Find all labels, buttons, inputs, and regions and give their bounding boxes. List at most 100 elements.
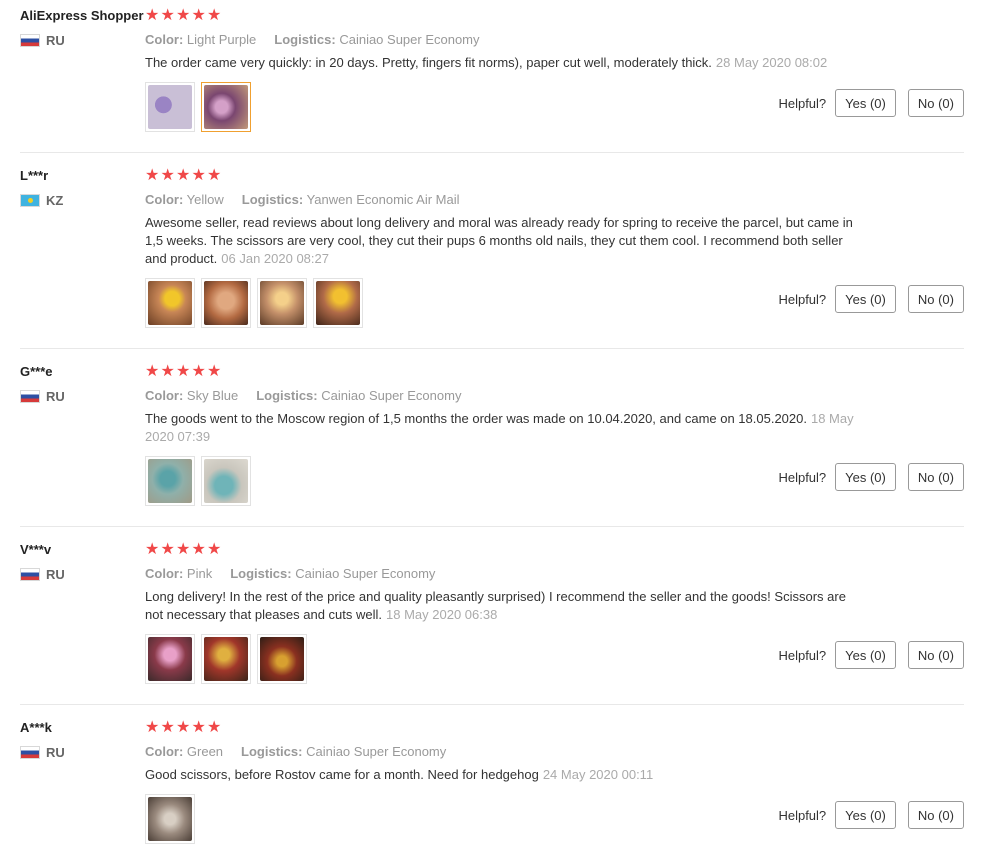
star-rating: ★ ★ ★ ★ ★ <box>145 168 964 184</box>
star-icon: ★ <box>160 7 175 24</box>
helpful-vote: Helpful? Yes (0) No (0) <box>778 89 964 117</box>
ru-flag-icon <box>20 746 40 759</box>
color-label: Color: <box>145 388 184 403</box>
reviewer-info: V***v RU <box>20 527 145 704</box>
star-icon: ★ <box>145 541 160 558</box>
star-icon: ★ <box>207 363 222 380</box>
country-code: KZ <box>46 193 64 208</box>
star-icon: ★ <box>191 7 206 24</box>
star-icon: ★ <box>207 7 222 24</box>
photo-thumbnail[interactable] <box>257 634 307 684</box>
reviewer-country: RU <box>20 567 145 582</box>
review-text: The goods went to the Moscow region of 1… <box>145 410 860 446</box>
photo-image <box>148 637 192 681</box>
review-body: Good scissors, before Rostov came for a … <box>145 767 539 782</box>
review-content: ★ ★ ★ ★ ★ Color: Light Purple Logistics: Cain… <box>145 0 964 152</box>
photo-thumbnail[interactable] <box>313 278 363 328</box>
review-item: A***k RU ★ ★ ★ ★ ★ Color: Green Logistics: Ca… <box>20 705 964 864</box>
star-icon: ★ <box>191 719 206 736</box>
order-info: Color: Pink Logistics: Cainiao Super Econ… <box>145 565 964 582</box>
star-icon: ★ <box>207 167 222 184</box>
photo-thumbnail[interactable] <box>257 278 307 328</box>
review-date: 28 May 2020 08:02 <box>715 55 828 70</box>
order-info: Color: Green Logistics: Cainiao Super Eco… <box>145 743 964 760</box>
color-value: Pink <box>186 566 213 581</box>
reviewer-country: RU <box>20 745 145 760</box>
review-date: 24 May 2020 00:11 <box>542 767 654 782</box>
review-text: Awesome seller, read reviews about long … <box>145 214 860 268</box>
photo-image <box>204 85 248 129</box>
country-code: RU <box>46 567 65 582</box>
reviewer-country: RU <box>20 389 145 404</box>
photo-thumbnail[interactable] <box>201 82 251 132</box>
star-icon: ★ <box>160 541 175 558</box>
logistics-label: Logistics: <box>230 566 292 581</box>
ru-flag-icon <box>20 568 40 581</box>
helpful-yes-button[interactable]: Yes (0) <box>835 801 896 829</box>
kz-flag-icon <box>20 194 40 207</box>
star-rating: ★ ★ ★ ★ ★ <box>145 720 964 736</box>
review-item: V***v RU ★ ★ ★ ★ ★ Color: Pink Logistics: Cai… <box>20 527 964 705</box>
photo-thumbnail[interactable] <box>145 634 195 684</box>
review-content: ★ ★ ★ ★ ★ Color: Pink Logistics: Cainiao Supe… <box>145 527 964 704</box>
review-date: 06 Jan 2020 08:27 <box>221 251 329 266</box>
review-body: The order came very quickly: in 20 days.… <box>145 55 712 70</box>
star-icon: ★ <box>145 719 160 736</box>
review-item: L***r KZ ★ ★ ★ ★ ★ Color: Yellow Logistics: Y… <box>20 153 964 349</box>
reviewer-info: G***e RU <box>20 349 145 526</box>
helpful-no-button[interactable]: No (0) <box>907 89 964 117</box>
order-info: Color: Yellow Logistics: Yanwen Economic … <box>145 191 964 208</box>
reviewer-info: A***k RU <box>20 705 145 864</box>
helpful-yes-button[interactable]: Yes (0) <box>835 89 896 117</box>
star-icon: ★ <box>160 167 175 184</box>
helpful-no-button[interactable]: No (0) <box>907 285 964 313</box>
star-icon: ★ <box>145 363 160 380</box>
helpful-label: Helpful? <box>778 469 827 485</box>
photo-thumbnail[interactable] <box>145 82 195 132</box>
ru-flag-icon <box>20 390 40 403</box>
star-rating: ★ ★ ★ ★ ★ <box>145 364 964 380</box>
reviewer-country: KZ <box>20 193 145 208</box>
logistics-value: Cainiao Super Economy <box>321 388 462 403</box>
helpful-no-button[interactable]: No (0) <box>907 801 964 829</box>
review-text: Long delivery! In the rest of the price … <box>145 588 860 624</box>
photo-thumbnail[interactable] <box>201 456 251 506</box>
photo-image <box>316 281 360 325</box>
star-icon: ★ <box>176 719 191 736</box>
review-date: 18 May 2020 06:38 <box>386 607 498 622</box>
helpful-label: Helpful? <box>778 95 827 111</box>
photo-thumbnail[interactable] <box>145 456 195 506</box>
logistics-label: Logistics: <box>274 32 336 47</box>
color-label: Color: <box>145 192 184 207</box>
review-text: Good scissors, before Rostov came for a … <box>145 766 860 784</box>
photo-thumbnail[interactable] <box>145 278 195 328</box>
photo-image <box>260 281 304 325</box>
photo-image <box>148 85 192 129</box>
feedback-list: AliExpress Shopper RU ★ ★ ★ ★ ★ Color: Light… <box>0 0 982 864</box>
photo-image <box>260 637 304 681</box>
photo-thumbnail[interactable] <box>145 794 195 844</box>
reviewer-name: G***e <box>20 364 53 379</box>
helpful-yes-button[interactable]: Yes (0) <box>835 641 896 669</box>
helpful-yes-button[interactable]: Yes (0) <box>835 463 896 491</box>
review-item: G***e RU ★ ★ ★ ★ ★ Color: Sky Blue Logistics:… <box>20 349 964 527</box>
helpful-yes-button[interactable]: Yes (0) <box>835 285 896 313</box>
star-icon: ★ <box>207 541 222 558</box>
color-value: Yellow <box>186 192 224 207</box>
photo-image <box>148 281 192 325</box>
logistics-value: Cainiao Super Economy <box>339 32 480 47</box>
review-text: The order came very quickly: in 20 days.… <box>145 54 860 72</box>
photo-thumbnail[interactable] <box>201 634 251 684</box>
photo-thumbnail[interactable] <box>201 278 251 328</box>
helpful-label: Helpful? <box>778 807 827 823</box>
photo-image <box>204 281 248 325</box>
review-content: ★ ★ ★ ★ ★ Color: Green Logistics: Cainiao Sup… <box>145 705 964 864</box>
helpful-vote: Helpful? Yes (0) No (0) <box>778 801 964 829</box>
photo-image <box>204 637 248 681</box>
helpful-no-button[interactable]: No (0) <box>907 641 964 669</box>
photo-image <box>148 797 192 841</box>
star-icon: ★ <box>176 7 191 24</box>
logistics-label: Logistics: <box>241 744 303 759</box>
helpful-no-button[interactable]: No (0) <box>907 463 964 491</box>
reviewer-info: L***r KZ <box>20 153 145 348</box>
